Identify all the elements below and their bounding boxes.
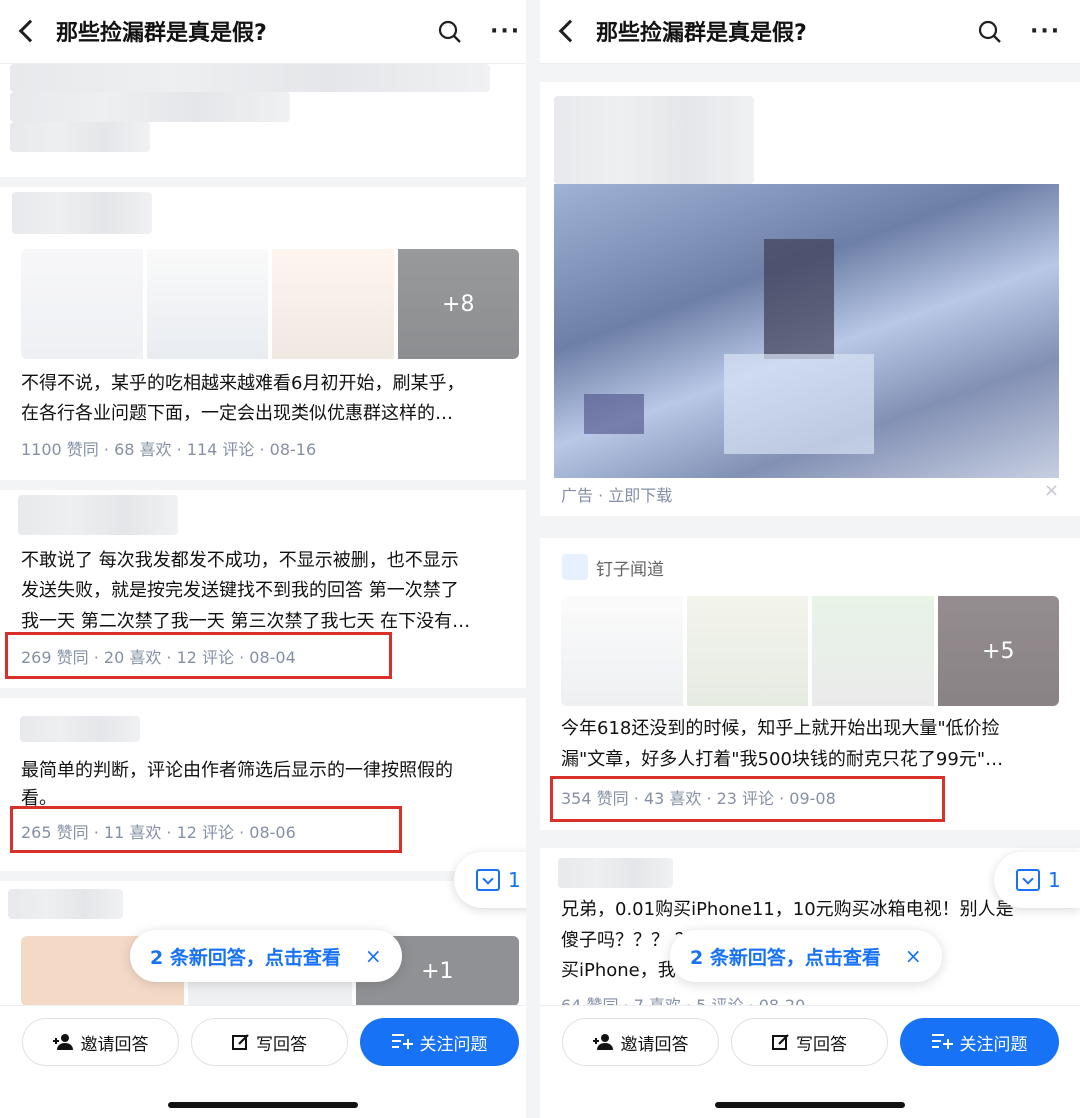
add-user-icon — [592, 1034, 613, 1050]
author-blurred — [558, 858, 673, 888]
follow-question-button[interactable]: 关注问题 — [360, 1018, 519, 1066]
edit-icon — [232, 1034, 249, 1050]
invite-answer-button[interactable]: 邀请回答 — [562, 1018, 719, 1066]
invite-label: 邀请回答 — [80, 1034, 149, 1055]
follow-label: 关注问题 — [419, 1034, 488, 1055]
answer-excerpt: 在各行各业问题下面，一定会出现类似优惠群这样的… — [21, 403, 453, 424]
close-icon[interactable]: × — [905, 944, 922, 968]
answer-card[interactable]: +8 不得不说，某乎的吃相越来越难看6月初开始，刷某乎， 在各行各业问题下面，一… — [0, 187, 526, 480]
invite-label: 邀请回答 — [620, 1034, 689, 1055]
header: 那些捡漏群是真是假? ··· — [540, 0, 1080, 64]
collection-count: 1 — [508, 868, 521, 892]
add-user-icon — [52, 1034, 73, 1050]
answer-image[interactable]: +8 — [397, 249, 519, 359]
toast-label: 2 条新回答，点击查看 — [150, 946, 341, 969]
answer-excerpt: 不敢说了 每次我发都发不成功，不显示被删，也不显示 — [21, 550, 459, 571]
back-icon[interactable] — [558, 19, 582, 43]
blurred-card — [0, 64, 526, 177]
ad-blurred-text — [554, 96, 754, 184]
home-indicator — [168, 1102, 358, 1108]
highlight-box — [5, 632, 392, 679]
screen-divider — [526, 0, 540, 1118]
answer-image[interactable]: +5 — [937, 596, 1059, 706]
answer-excerpt: 漏"文章，好多人打着"我500块钱的耐克只花了99元"… — [561, 749, 1004, 770]
answer-excerpt: 不得不说，某乎的吃相越来越难看6月初开始，刷某乎， — [21, 373, 465, 394]
answer-excerpt: 看。 — [21, 788, 57, 806]
left-screen: 那些捡漏群是真是假? ··· +8 不得不说，某乎的吃相越来越难看6月初开始，刷… — [0, 0, 526, 1118]
page-title: 那些捡漏群是真是假? — [56, 21, 267, 46]
answer-image[interactable] — [686, 596, 808, 706]
right-screen: 那些捡漏群是真是假? ··· 广告 · 立即下载 × 钉子闻道 +5 今年618… — [540, 0, 1080, 1118]
answer-excerpt: 兄弟，0.01购买iPhone11，10元购买冰箱电视！别人是 — [561, 899, 1014, 920]
image-strip[interactable]: +5 — [561, 596, 1059, 706]
answer-meta: 1100 赞同 · 68 喜欢 · 114 评论 · 08-16 — [21, 440, 317, 459]
invite-answer-button[interactable]: 邀请回答 — [22, 1018, 179, 1066]
collection-icon — [476, 869, 500, 891]
bottom-bar: 邀请回答 写回答 关注问题 — [540, 1005, 1080, 1118]
more-images-badge: +5 — [937, 596, 1059, 706]
write-label: 写回答 — [256, 1034, 307, 1055]
new-answers-toast[interactable]: 2 条新回答，点击查看 × — [130, 930, 402, 982]
answer-image[interactable] — [146, 249, 268, 359]
highlight-box — [10, 806, 402, 853]
search-icon[interactable] — [438, 20, 462, 44]
home-indicator — [715, 1102, 905, 1108]
follow-label: 关注问题 — [959, 1034, 1028, 1055]
collection-count: 1 — [1048, 868, 1061, 892]
back-icon[interactable] — [18, 19, 42, 43]
collection-icon — [1016, 869, 1040, 891]
more-images-badge: +8 — [397, 249, 519, 359]
follow-plus-icon — [391, 1034, 413, 1049]
answer-image[interactable] — [21, 249, 143, 359]
answer-image[interactable] — [812, 596, 934, 706]
write-label: 写回答 — [796, 1034, 847, 1055]
header: 那些捡漏群是真是假? ··· — [0, 0, 526, 64]
edit-icon — [772, 1034, 789, 1050]
ad-label: 广告 · 立即下载 — [561, 486, 673, 505]
page-title: 那些捡漏群是真是假? — [596, 21, 807, 46]
answer-excerpt: 发送失败，就是按完发送键找不到我的回答 第一次禁了 — [21, 580, 459, 601]
collection-fab[interactable]: 1 — [994, 852, 1080, 908]
author-name[interactable]: 钉子闻道 — [596, 555, 664, 580]
write-answer-button[interactable]: 写回答 — [731, 1018, 888, 1066]
toast-label: 2 条新回答，点击查看 — [690, 946, 881, 969]
author-blurred — [12, 192, 152, 234]
author-blurred — [20, 716, 140, 742]
highlight-box — [550, 776, 945, 822]
answer-image[interactable] — [561, 596, 683, 706]
answer-excerpt: 最简单的判断，评论由作者筛选后显示的一律按照假的 — [21, 760, 453, 781]
author-blurred — [8, 889, 123, 919]
new-answers-toast[interactable]: 2 条新回答，点击查看 × — [670, 930, 942, 982]
answer-image[interactable] — [272, 249, 394, 359]
follow-question-button[interactable]: 关注问题 — [900, 1018, 1059, 1066]
ad-card[interactable]: 广告 · 立即下载 × — [540, 82, 1080, 516]
image-strip[interactable]: +8 — [21, 249, 519, 359]
collection-fab[interactable]: 1 — [454, 852, 526, 908]
write-answer-button[interactable]: 写回答 — [191, 1018, 348, 1066]
author-avatar — [562, 554, 588, 580]
answer-excerpt: 今年618还没到的时候，知乎上就开始出现大量"低价捡 — [561, 718, 1000, 739]
bottom-bar: 邀请回答 写回答 关注问题 — [0, 1005, 526, 1118]
follow-plus-icon — [931, 1034, 953, 1049]
more-icon[interactable]: ··· — [1030, 21, 1061, 43]
more-icon[interactable]: ··· — [490, 21, 521, 43]
author-blurred — [18, 495, 178, 535]
close-icon[interactable]: × — [365, 944, 382, 968]
ad-image[interactable] — [554, 184, 1059, 478]
search-icon[interactable] — [978, 20, 1002, 44]
close-icon[interactable]: × — [1044, 480, 1059, 501]
